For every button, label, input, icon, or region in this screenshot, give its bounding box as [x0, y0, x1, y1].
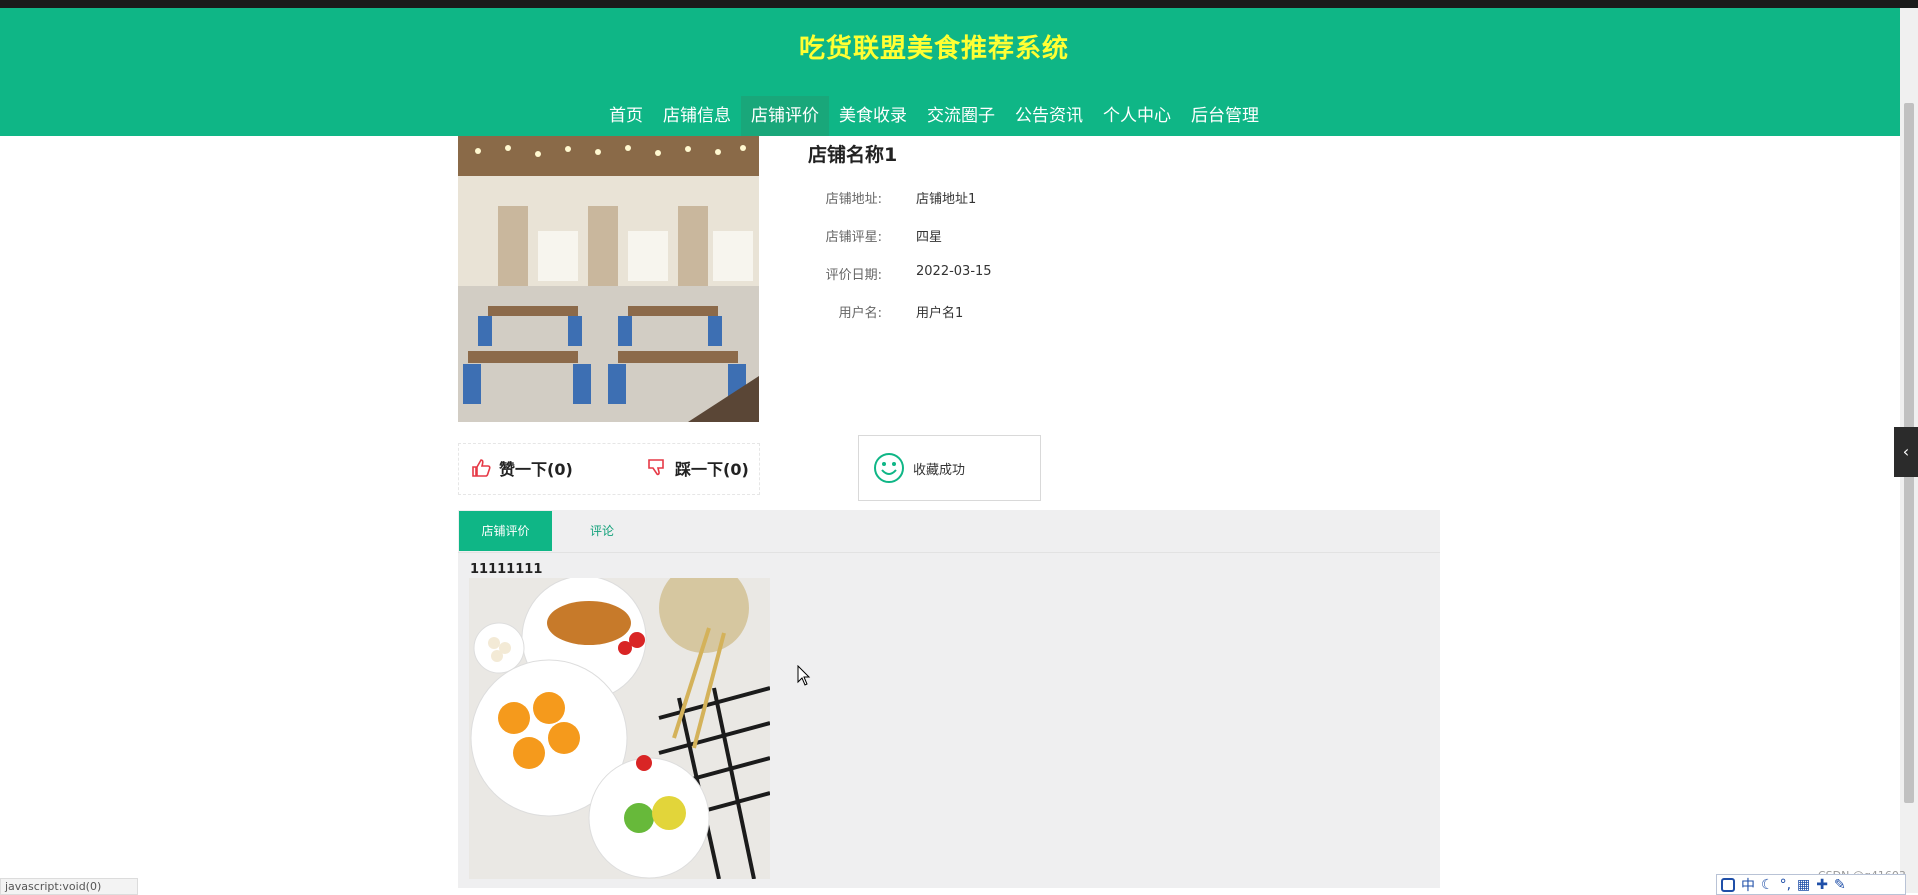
dislike-button[interactable]: 踩一下(0)	[647, 456, 749, 480]
review-food-photo	[469, 578, 770, 879]
window-top-strip	[0, 0, 1918, 8]
moon-icon[interactable]: ☾	[1761, 877, 1774, 893]
nav-item-admin[interactable]: 后台管理	[1181, 96, 1269, 136]
info-value: 2022-03-15	[916, 264, 992, 279]
chevron-left-icon: ‹	[1902, 442, 1910, 461]
info-value: 用户名1	[916, 306, 964, 321]
settings-icon[interactable]: ✚	[1816, 877, 1828, 893]
review-tabs-panel: 店铺评价 评论 11111111	[458, 510, 1440, 888]
tabs-bar: 店铺评价 评论	[458, 510, 1440, 553]
shop-photo	[458, 136, 759, 422]
toast-message: 收藏成功	[913, 462, 966, 478]
main-nav: 首页 店铺信息 店铺评价 美食收录 交流圈子 公告资讯 个人中心 后台管理	[0, 96, 1868, 136]
like-button[interactable]: 赞一下(0)	[471, 456, 573, 480]
vote-box: 赞一下(0) 踩一下(0)	[458, 443, 760, 495]
side-panel-toggle[interactable]: ‹	[1894, 427, 1918, 477]
mouse-cursor-icon	[797, 665, 811, 686]
browser-status-bar: javascript:void(0)	[0, 878, 138, 895]
nav-item-personal-center[interactable]: 个人中心	[1093, 96, 1181, 136]
nav-item-home[interactable]: 首页	[599, 96, 653, 136]
nav-item-community[interactable]: 交流圈子	[917, 96, 1005, 136]
smiley-icon	[874, 453, 904, 483]
shop-name: 店铺名称1	[808, 144, 898, 166]
tab-comments[interactable]: 评论	[552, 511, 652, 551]
punctuation-icon[interactable]: °,	[1780, 877, 1791, 893]
ime-toolbar[interactable]: 中 ☾ °, ▦ ✚ ✎	[1716, 874, 1906, 895]
dislike-label: 踩一下(0)	[675, 460, 749, 479]
tab-shop-review[interactable]: 店铺评价	[459, 511, 552, 551]
info-label: 店铺地址:	[825, 192, 882, 207]
info-value: 店铺地址1	[916, 192, 977, 207]
nav-item-shop-info[interactable]: 店铺信息	[653, 96, 741, 136]
tools-icon[interactable]: ✎	[1834, 877, 1846, 893]
site-title: 吃货联盟美食推荐系统	[798, 34, 1069, 64]
thumbs-down-icon	[648, 459, 664, 476]
nav-item-shop-review[interactable]: 店铺评价	[741, 96, 829, 136]
ime-logo-icon[interactable]	[1721, 877, 1735, 892]
toast-notification: 收藏成功	[858, 435, 1041, 501]
review-text: 11111111	[470, 562, 543, 577]
info-label: 用户名:	[838, 306, 882, 321]
site-header: 吃货联盟美食推荐系统 首页 店铺信息 店铺评价 美食收录 交流圈子 公告资讯 个…	[0, 8, 1900, 136]
like-label: 赞一下(0)	[499, 460, 573, 479]
info-value: 四星	[916, 230, 943, 245]
nav-item-food-collection[interactable]: 美食收录	[829, 96, 917, 136]
keyboard-icon[interactable]: ▦	[1797, 877, 1810, 893]
info-label: 评价日期:	[825, 268, 882, 283]
thumbs-up-icon	[472, 459, 491, 477]
ime-mode-label[interactable]: 中	[1741, 875, 1755, 895]
info-label: 店铺评星:	[825, 230, 882, 245]
nav-item-announcements[interactable]: 公告资讯	[1005, 96, 1093, 136]
